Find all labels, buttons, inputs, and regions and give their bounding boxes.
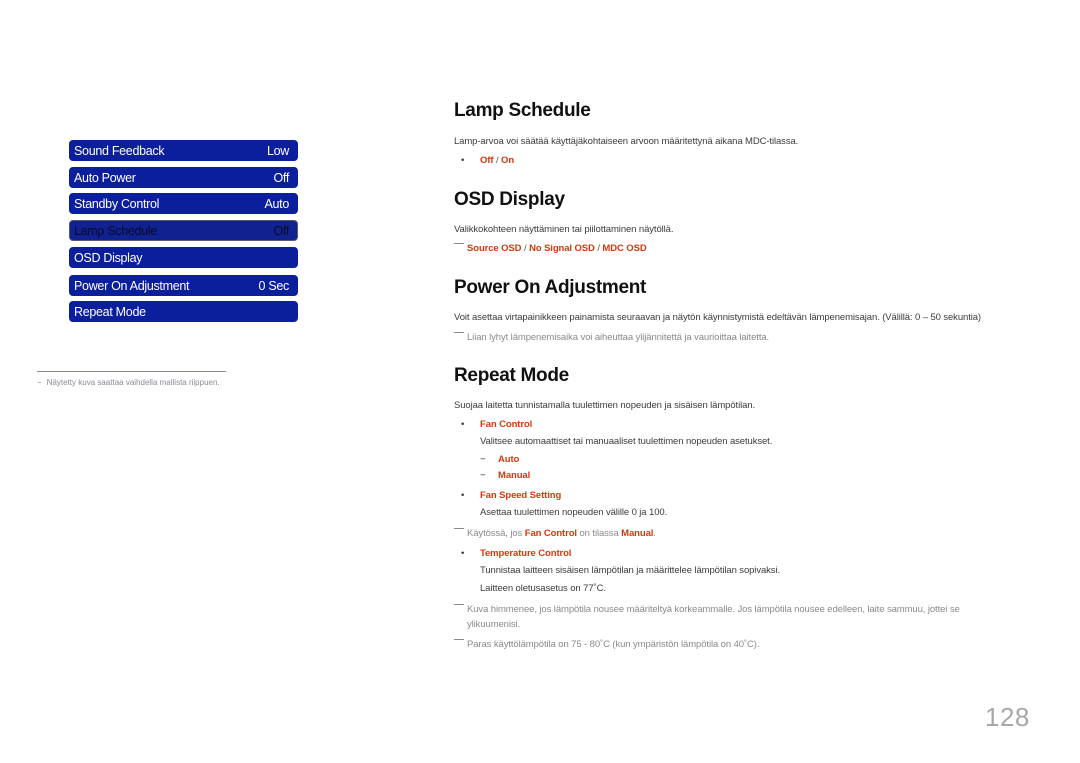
fan-speed-label: Fan Speed Setting	[480, 490, 562, 501]
note-text: Paras käyttölämpötila on 75 - 80˚C (kun …	[467, 639, 760, 650]
lamp-schedule-options: • Off / On	[454, 155, 514, 166]
fan-speed-desc: Asettaa tuulettimen nopeuden välille 0 j…	[480, 507, 668, 518]
note-icon	[454, 528, 464, 529]
note-icon	[454, 332, 464, 333]
temperature-label: Temperature Control	[480, 548, 572, 559]
note-text: Liian lyhyt lämpenemisaika voi aiheuttaa…	[467, 332, 770, 343]
power-on-adjustment-note: Liian lyhyt lämpenemisaika voi aiheuttaa…	[454, 332, 769, 343]
menu-item-label: Auto Power	[74, 170, 136, 185]
repeat-note-1: Kuva himmenee, jos lämpötila nousee määr…	[454, 604, 960, 615]
footnote: − Näytetty kuva saattaa vaihdella mallist…	[37, 378, 220, 387]
menu-item-value: Off	[273, 223, 289, 238]
menu-item-power-on-adjustment[interactable]: Power On Adjustment 0 Sec	[69, 275, 298, 296]
section-title-power-on-adjustment: Power On Adjustment	[454, 277, 647, 298]
section-title-lamp-schedule: Lamp Schedule	[454, 100, 591, 121]
menu-item-sound-feedback[interactable]: Sound Feedback Low	[69, 140, 298, 161]
fan-control-desc: Valitsee automaattiset tai manuaaliset t…	[480, 436, 773, 447]
fan-option-auto: − Auto	[480, 454, 519, 465]
fan-control-label: Fan Control	[480, 419, 533, 430]
menu-item-value: Off	[273, 170, 289, 185]
note-term-manual: Manual	[621, 528, 654, 539]
note-text: Kuva himmenee, jos lämpötila nousee määr…	[467, 604, 960, 615]
bullet-icon: •	[461, 548, 465, 559]
bullet-icon: •	[461, 419, 465, 430]
note-icon	[454, 243, 464, 244]
option-mdc-osd: MDC OSD	[602, 243, 647, 254]
menu-item-value: 0 Sec	[258, 278, 290, 293]
dash-icon: −	[37, 378, 42, 387]
menu-item-osd-display[interactable]: OSD Display	[69, 247, 298, 268]
temperature-desc: Tunnistaa laitteen sisäisen lämpötilan j…	[480, 565, 781, 576]
option-off: Off	[480, 155, 494, 166]
menu-item-label: Lamp Schedule	[74, 223, 157, 238]
menu-item-label: Sound Feedback	[74, 143, 165, 158]
fan-note: Käytössä, jos Fan Control on tilassa Man…	[454, 528, 656, 539]
power-on-adjustment-desc: Voit asettaa virtapainikkeen painamista …	[454, 312, 981, 323]
menu-item-value: Auto	[264, 196, 289, 211]
option-no-signal-osd: No Signal OSD	[529, 243, 595, 254]
osd-display-desc: Valikkokohteen näyttäminen tai piilottam…	[454, 224, 674, 235]
section-title-repeat-mode: Repeat Mode	[454, 365, 569, 386]
menu-item-lamp-schedule[interactable]: Lamp Schedule Off	[69, 220, 298, 241]
option-source-osd: Source OSD	[467, 243, 522, 254]
note-text: .	[653, 528, 656, 539]
repeat-note-1-cont: ylikuumenisi.	[467, 619, 521, 630]
lamp-schedule-desc: Lamp-arvoa voi säätää käyttäjäkohtaiseen…	[454, 136, 799, 147]
fan-option-manual: − Manual	[480, 470, 530, 481]
temperature-default: Laitteen oletusasetus on 77˚C.	[480, 583, 606, 594]
dash-icon: −	[480, 454, 486, 465]
temperature-item: • Temperature Control	[454, 548, 571, 559]
menu-item-label: Repeat Mode	[74, 304, 146, 319]
note-term-fan-control: Fan Control	[524, 528, 577, 539]
separator: /	[493, 155, 502, 166]
note-icon	[454, 604, 464, 605]
option-on: On	[501, 155, 515, 166]
fan-control-item: • Fan Control	[454, 419, 532, 430]
menu-item-label: Power On Adjustment	[74, 278, 190, 293]
bullet-icon: •	[461, 155, 465, 166]
menu-item-auto-power[interactable]: Auto Power Off	[69, 167, 298, 188]
osd-display-options: Source OSD / No Signal OSD / MDC OSD	[454, 243, 647, 254]
footnote-divider	[37, 371, 226, 372]
footnote-text: Näytetty kuva saattaa vaihdella mallista…	[46, 378, 220, 387]
menu-item-standby-control[interactable]: Standby Control Auto	[69, 193, 298, 214]
repeat-note-2: Paras käyttölämpötila on 75 - 80˚C (kun …	[454, 639, 759, 650]
page-number: 128	[985, 702, 1030, 732]
menu-item-repeat-mode[interactable]: Repeat Mode	[69, 301, 298, 322]
section-title-osd-display: OSD Display	[454, 189, 565, 210]
bullet-icon: •	[461, 490, 465, 501]
note-icon	[454, 639, 464, 640]
fan-speed-item: • Fan Speed Setting	[454, 490, 561, 501]
menu-item-value: Low	[266, 143, 289, 158]
repeat-mode-desc: Suojaa laitetta tunnistamalla tuulettime…	[454, 400, 756, 411]
option-auto: Auto	[498, 454, 520, 465]
menu-item-label: OSD Display	[74, 250, 143, 265]
dash-icon: −	[480, 470, 486, 481]
note-text: Käytössä, jos	[467, 528, 525, 539]
option-manual: Manual	[498, 470, 531, 481]
separator: /	[521, 243, 530, 254]
menu-item-label: Standby Control	[74, 196, 160, 211]
note-text: on tilassa	[576, 528, 622, 539]
